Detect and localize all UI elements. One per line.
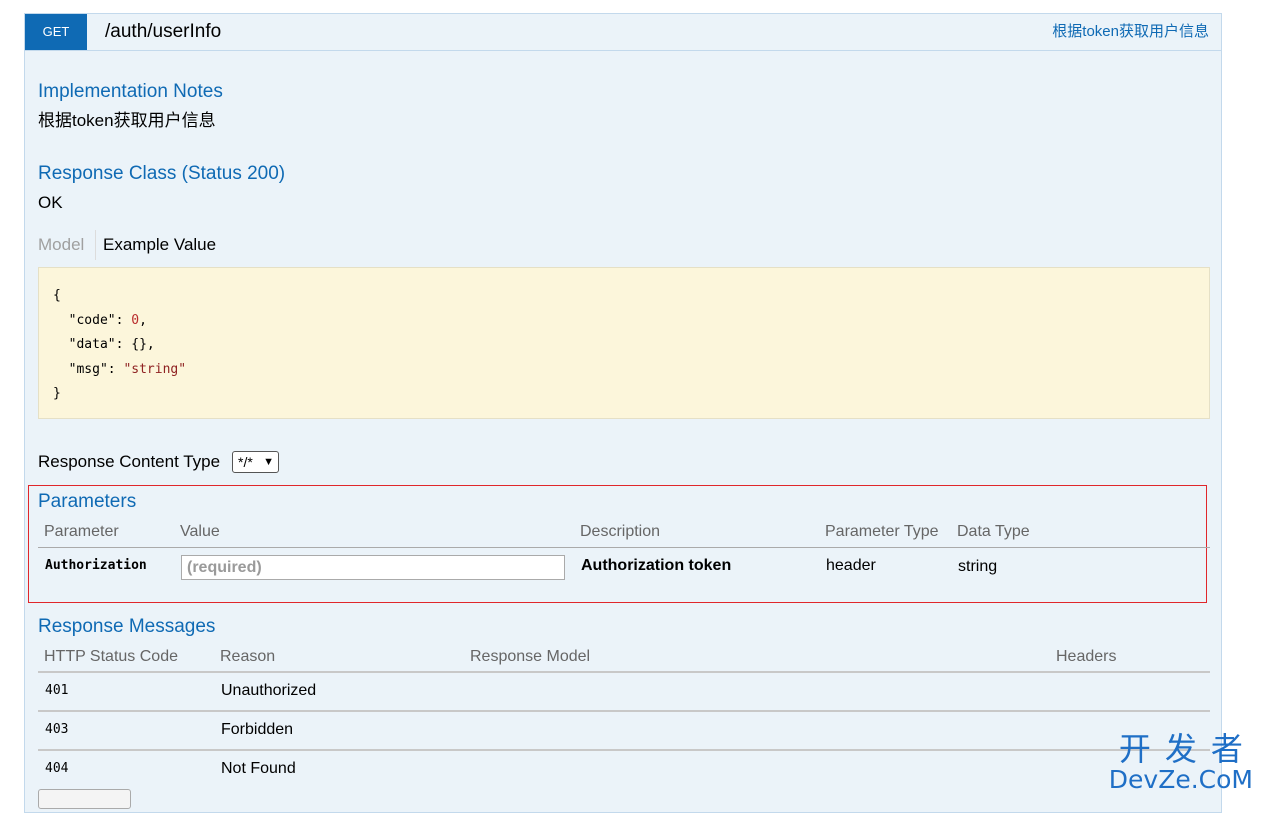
code-line: } xyxy=(53,386,61,401)
resp-col-model: Response Model xyxy=(470,648,591,665)
implementation-notes-heading: Implementation Notes xyxy=(38,81,223,102)
response-content-type-label: Response Content Type xyxy=(38,452,221,471)
param-col-value: Value xyxy=(180,523,220,540)
http-method-badge[interactable]: GET xyxy=(25,14,87,50)
resp-reason: Forbidden xyxy=(221,721,294,738)
param-data-type: string xyxy=(958,558,998,575)
operation-panel: GET /auth/userInfo 根据token获取用户信息 Impleme… xyxy=(24,13,1222,813)
model-tab[interactable]: Model xyxy=(38,234,84,256)
param-name: Authorization xyxy=(45,558,147,573)
code-line: "code": 0, xyxy=(53,309,1195,334)
tab-divider xyxy=(95,230,96,260)
parameters-highlight-box xyxy=(28,485,1207,603)
watermark-logo: 开发者 DevZe.CoM xyxy=(1109,732,1253,793)
param-header-rule xyxy=(38,547,1210,548)
row-divider xyxy=(38,710,1210,712)
param-description: Authorization token xyxy=(581,557,732,574)
resp-code: 401 xyxy=(45,683,69,698)
param-col-parameter: Parameter xyxy=(44,523,119,540)
example-value-code[interactable]: { "code": 0, "data": {}, "msg": "string"… xyxy=(38,267,1210,419)
example-value-tab[interactable]: Example Value xyxy=(103,234,216,256)
code-line: "msg": "string" xyxy=(53,358,1195,383)
resp-reason: Not Found xyxy=(221,760,296,777)
code-line: { xyxy=(53,288,61,303)
code-key: "msg": xyxy=(53,361,124,377)
resp-code: 403 xyxy=(45,722,69,737)
operation-header[interactable]: GET /auth/userInfo 根据token获取用户信息 xyxy=(25,14,1221,51)
endpoint-path[interactable]: /auth/userInfo xyxy=(105,20,221,44)
resp-col-reason: Reason xyxy=(220,648,276,665)
resp-col-status: HTTP Status Code xyxy=(44,648,178,665)
code-number: 0 xyxy=(131,312,140,328)
resp-reason: Unauthorized xyxy=(221,682,317,699)
watermark-cn: 开发者 xyxy=(1118,730,1257,768)
parameters-heading: Parameters xyxy=(38,491,137,512)
param-col-data-type: Data Type xyxy=(957,523,1030,540)
resp-col-headers: Headers xyxy=(1056,648,1117,665)
param-col-description: Description xyxy=(580,523,661,540)
code-line: "data": {}, xyxy=(53,337,155,352)
code-punct: , xyxy=(139,312,147,328)
row-divider xyxy=(38,749,1210,751)
param-col-parameter-type: Parameter Type xyxy=(825,523,939,540)
authorization-input[interactable]: (required) xyxy=(181,555,565,580)
resp-code: 404 xyxy=(45,761,69,776)
select-value: */* xyxy=(238,454,253,470)
operation-summary-link[interactable]: 根据token获取用户信息 xyxy=(1052,22,1209,42)
resp-header-rule xyxy=(38,671,1210,673)
implementation-notes-text: 根据token获取用户信息 xyxy=(38,111,216,130)
chevron-down-icon: ▼ xyxy=(263,456,274,468)
param-type: header xyxy=(826,557,876,574)
try-it-out-button[interactable] xyxy=(38,789,131,809)
watermark-en: DevZe.CoM xyxy=(1108,765,1253,794)
response-class-text: OK xyxy=(38,193,63,212)
response-class-heading: Response Class (Status 200) xyxy=(38,163,286,184)
response-content-type-select[interactable]: */* ▼ xyxy=(232,451,279,473)
code-string: "string" xyxy=(123,361,187,377)
response-messages-heading: Response Messages xyxy=(38,616,216,637)
code-key: "code": xyxy=(53,312,132,328)
